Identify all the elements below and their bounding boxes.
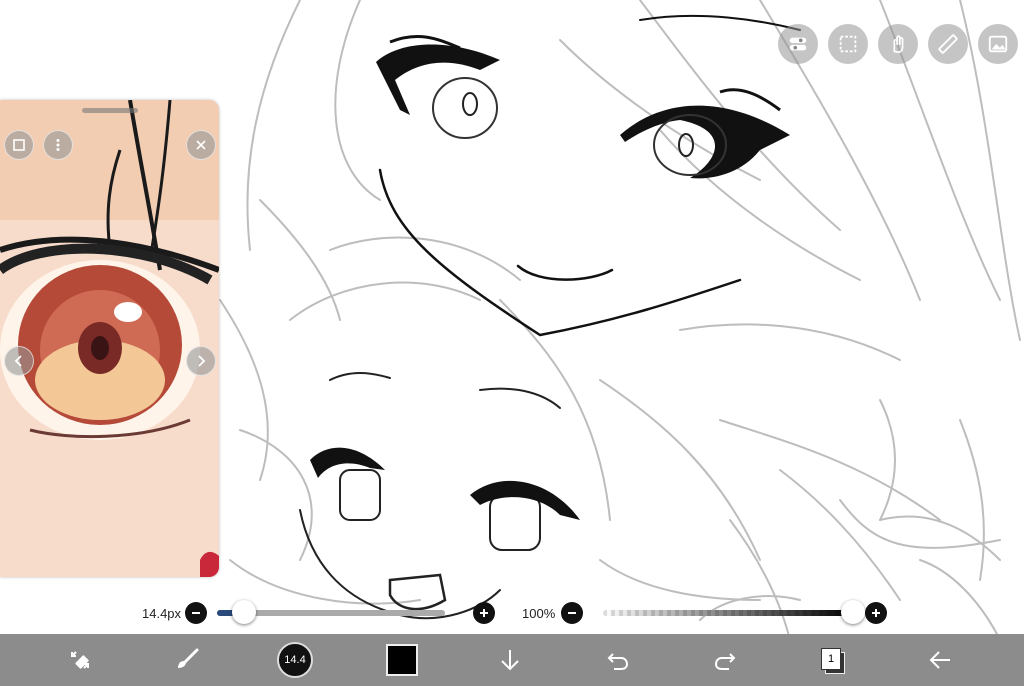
transform-eraser-icon [71, 651, 89, 669]
brush-size-knob[interactable] [232, 600, 257, 624]
square-icon [13, 139, 25, 151]
top-toolbar [778, 24, 1018, 64]
back-button[interactable] [910, 634, 970, 686]
opacity-label: 100% [522, 605, 556, 621]
reference-panel[interactable] [0, 100, 219, 577]
brush-size-track[interactable] [217, 600, 446, 624]
plus-icon [480, 609, 489, 617]
panel-next-button[interactable] [186, 346, 216, 376]
brush-icon [178, 648, 199, 668]
plus-icon [872, 609, 881, 617]
opacity-slider-row: 100% [522, 600, 888, 626]
undo-button[interactable] [588, 634, 648, 686]
gesture-button[interactable] [878, 24, 918, 64]
toggle-button[interactable] [778, 24, 818, 64]
opacity-decrease-button[interactable] [561, 602, 584, 624]
brush-size-label: 14.4px [142, 605, 182, 621]
reference-image [0, 100, 219, 577]
more-vertical-icon [56, 139, 60, 151]
chevron-right-icon [198, 355, 206, 367]
opacity-increase-button[interactable] [865, 602, 888, 624]
minus-icon [192, 612, 201, 614]
ruler-icon [938, 34, 958, 54]
redo-button[interactable] [695, 634, 755, 686]
close-icon [196, 140, 206, 150]
brush-tool-button[interactable] [157, 634, 217, 686]
opacity-knob[interactable] [841, 600, 866, 624]
color-swatch [386, 644, 418, 676]
redo-icon [714, 653, 736, 670]
selection-button[interactable] [828, 24, 868, 64]
panel-prev-button[interactable] [4, 346, 34, 376]
undo-icon [607, 653, 629, 670]
image-button[interactable] [978, 24, 1018, 64]
chevron-left-icon [14, 355, 22, 367]
image-icon [988, 35, 1008, 53]
brush-size-increase-button[interactable] [473, 602, 496, 624]
panel-close-button[interactable] [186, 130, 216, 160]
brush-size-decrease-button[interactable] [185, 602, 208, 624]
color-button[interactable] [372, 634, 432, 686]
layers-button[interactable]: 1 [802, 634, 862, 686]
brush-size-indicator: 14.4 [277, 642, 313, 678]
download-button[interactable] [480, 634, 540, 686]
layers-icon: 1 [821, 648, 845, 674]
panel-menu-button[interactable] [43, 130, 73, 160]
layer-count: 1 [821, 648, 841, 670]
bottom-toolbar: 14.4 1 [0, 634, 1024, 686]
selection-icon [839, 35, 857, 53]
brush-size-slider-row: 14.4px [142, 600, 496, 626]
panel-fit-button[interactable] [4, 130, 34, 160]
toggle-icon [789, 37, 807, 51]
minus-icon [568, 612, 577, 614]
ruler-button[interactable] [928, 24, 968, 64]
transform-tool-button[interactable] [50, 634, 110, 686]
panel-drag-handle[interactable] [82, 108, 138, 113]
arrow-down-icon [501, 650, 519, 671]
arrow-left-icon [929, 651, 950, 669]
gesture-icon [893, 35, 904, 54]
brush-size-button[interactable]: 14.4 [265, 634, 325, 686]
opacity-track[interactable] [603, 600, 866, 624]
